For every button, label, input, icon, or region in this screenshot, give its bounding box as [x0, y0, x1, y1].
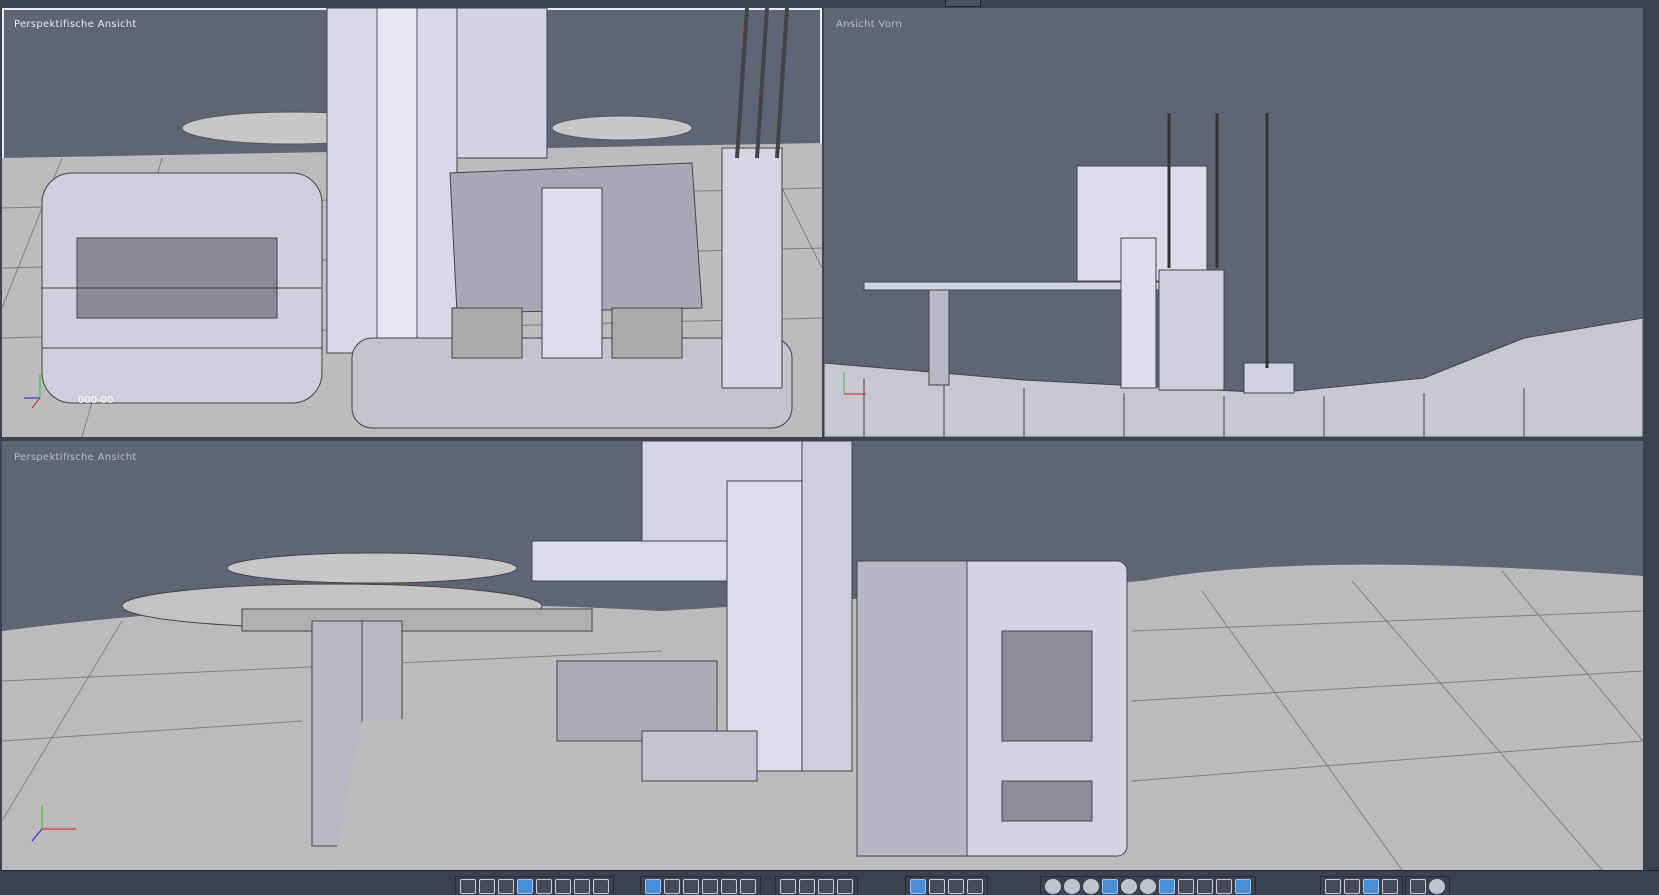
- orbit-icon[interactable]: [799, 879, 815, 894]
- rotate-tool-icon[interactable]: [683, 879, 699, 894]
- frame-icon[interactable]: [740, 879, 756, 894]
- layout-quad-button[interactable]: [517, 879, 533, 894]
- right-scroll-strip[interactable]: [1643, 0, 1659, 870]
- bottom-toolbar: [0, 870, 1659, 895]
- select-tool-icon[interactable]: [645, 879, 661, 894]
- misc-group: [1405, 876, 1450, 895]
- zoom-icon[interactable]: [837, 879, 853, 894]
- viewport-perspective-top[interactable]: Perspektifische Ansicht 000-00: [2, 8, 822, 437]
- shading-group: [1040, 876, 1256, 895]
- layout-3b-button[interactable]: [555, 879, 571, 894]
- textured-icon[interactable]: [1102, 879, 1118, 894]
- figure-icon[interactable]: [1216, 879, 1232, 894]
- sphere-icon[interactable]: [1429, 879, 1445, 894]
- flat-icon[interactable]: [1140, 879, 1156, 894]
- scene-front: [824, 113, 1643, 437]
- scene-perspective-1: [2, 8, 822, 437]
- grid-icon[interactable]: [721, 879, 737, 894]
- split-icon[interactable]: [1410, 879, 1426, 894]
- top-bar: [0, 0, 1659, 8]
- camera-group: [775, 876, 858, 895]
- light-icon[interactable]: [1197, 879, 1213, 894]
- scene-perspective-2: [2, 441, 1643, 870]
- layout-split-v-button[interactable]: [479, 879, 495, 894]
- solid-icon[interactable]: [1083, 879, 1099, 894]
- layout-3c-button[interactable]: [574, 879, 590, 894]
- back-view-icon[interactable]: [1325, 879, 1341, 894]
- fit-view-icon[interactable]: [780, 879, 796, 894]
- viewport-front[interactable]: Ansicht Vorn: [824, 8, 1643, 437]
- frame-view-icon[interactable]: [1344, 879, 1360, 894]
- tools-group: [640, 876, 761, 895]
- smooth-icon[interactable]: [1121, 879, 1137, 894]
- wireframe-icon[interactable]: [1045, 879, 1061, 894]
- rotate-icon[interactable]: [948, 879, 964, 894]
- viewport-label: Perspektifische Ansicht: [14, 452, 137, 463]
- wireframe-hidden-icon[interactable]: [1064, 879, 1080, 894]
- coordinate-readout: 000-00: [78, 395, 114, 406]
- layout-split-h-button[interactable]: [498, 879, 514, 894]
- pointer-icon-2[interactable]: [1159, 879, 1175, 894]
- splitter-handle-top[interactable]: [945, 0, 981, 7]
- layout-3d-button[interactable]: [593, 879, 609, 894]
- pan-icon[interactable]: [818, 879, 834, 894]
- move-tool-icon[interactable]: [664, 879, 680, 894]
- check-icon[interactable]: [1178, 879, 1194, 894]
- layout-group: [455, 876, 614, 895]
- view-group: [1320, 876, 1403, 895]
- quad-view-icon[interactable]: [1363, 879, 1379, 894]
- side-view-icon[interactable]: [1382, 879, 1398, 894]
- layout-3a-button[interactable]: [536, 879, 552, 894]
- group-icon[interactable]: [1235, 879, 1251, 894]
- layout-single-button[interactable]: [460, 879, 476, 894]
- viewport-label: Ansicht Vorn: [836, 19, 903, 30]
- viewport-perspective-bottom[interactable]: Perspektifische Ansicht: [2, 441, 1643, 870]
- scale-icon[interactable]: [967, 879, 983, 894]
- viewport-label: Perspektifische Ansicht: [14, 19, 137, 30]
- scale-tool-icon[interactable]: [702, 879, 718, 894]
- pointer-icon[interactable]: [910, 879, 926, 894]
- move-icon[interactable]: [929, 879, 945, 894]
- edit-group: [905, 876, 988, 895]
